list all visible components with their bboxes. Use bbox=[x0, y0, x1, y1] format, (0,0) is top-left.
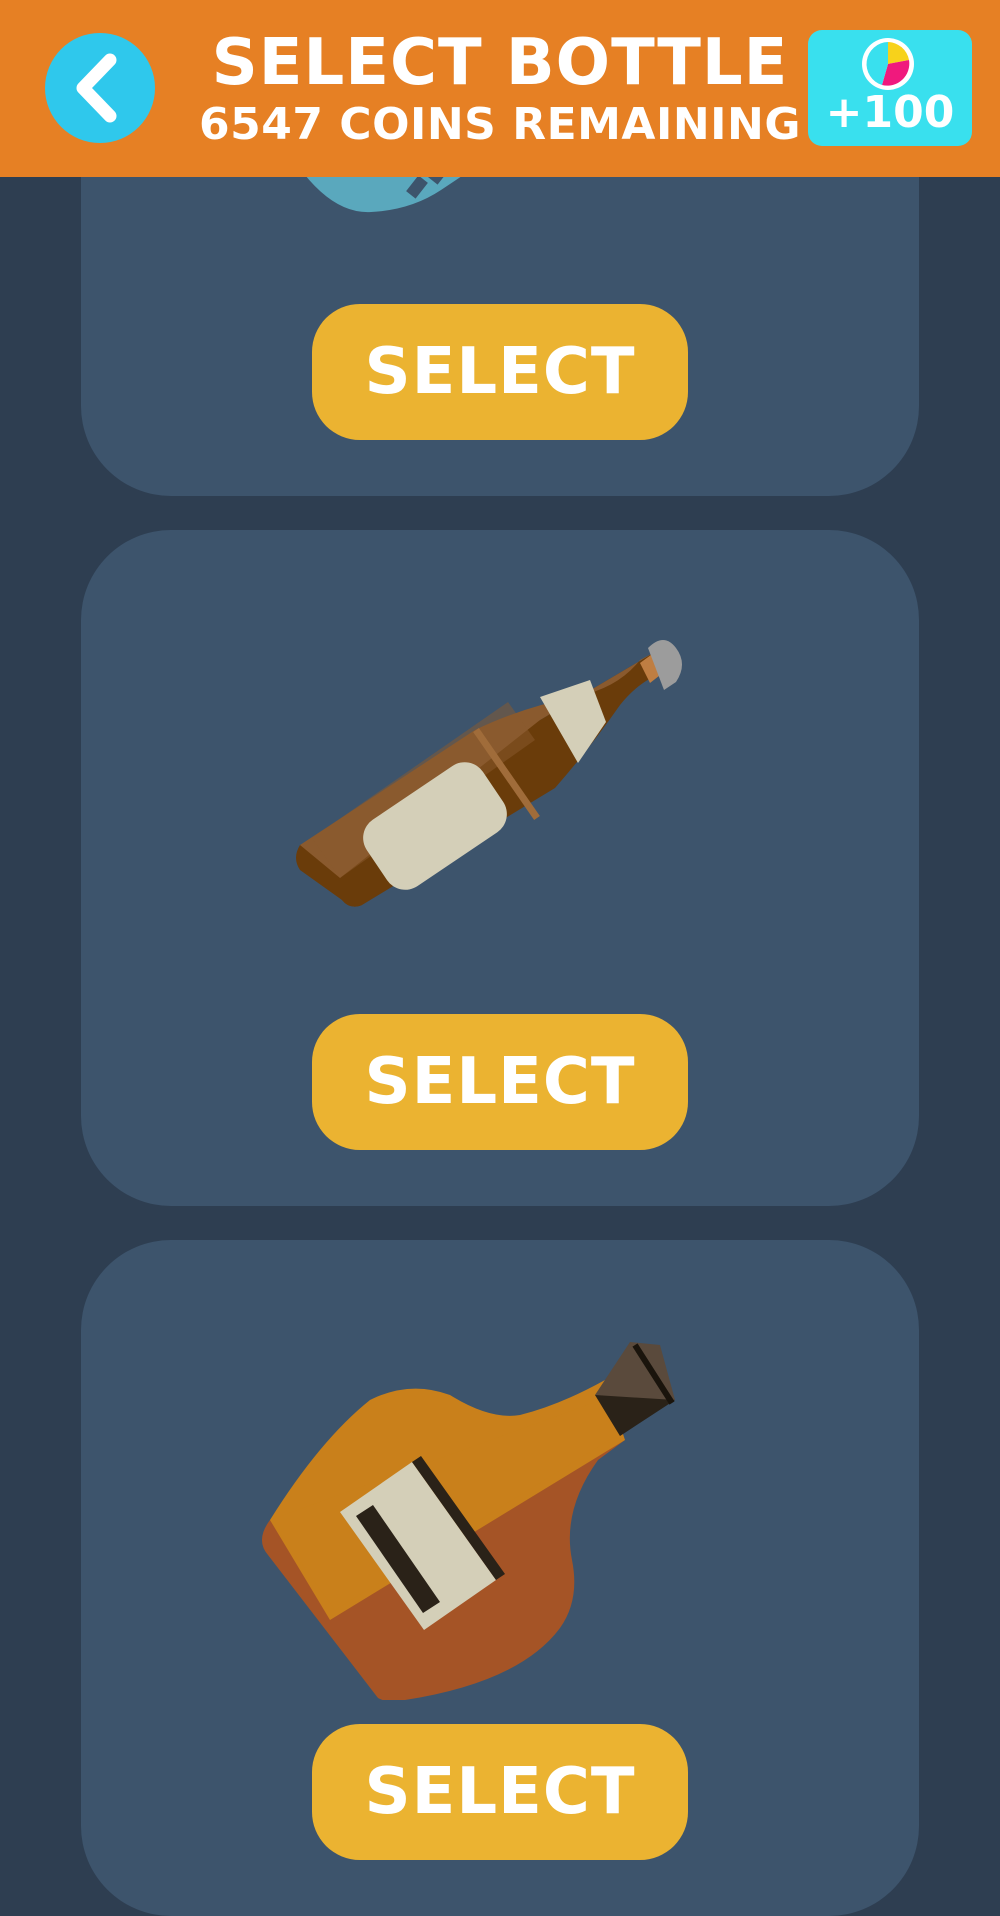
select-button[interactable]: SELECT bbox=[312, 304, 688, 440]
pie-chart-icon bbox=[862, 38, 914, 90]
select-button[interactable]: SELECT bbox=[312, 1724, 688, 1860]
bottle-card: SELECT bbox=[81, 530, 919, 1206]
bonus-coins-label: +100 bbox=[825, 87, 955, 138]
beer-bottle-image bbox=[296, 640, 682, 907]
top-bar: SELECT BOTTLE 6547 COINS REMAINING +100 bbox=[0, 0, 1000, 177]
bottle-card: SELECT bbox=[81, 1240, 919, 1916]
select-button[interactable]: SELECT bbox=[312, 1014, 688, 1150]
bonus-coins-button[interactable]: +100 bbox=[808, 30, 972, 146]
cognac-bottle-image bbox=[262, 1342, 675, 1700]
